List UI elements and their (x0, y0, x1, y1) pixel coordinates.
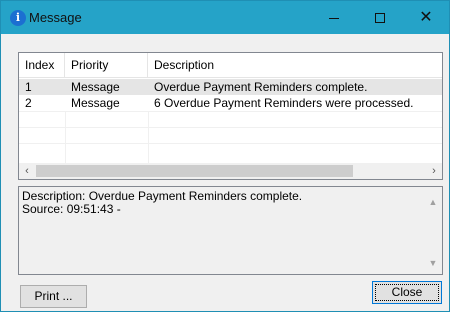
column-header-index[interactable]: Index (19, 53, 65, 78)
minimize-button[interactable] (311, 1, 357, 34)
print-button[interactable]: Print ... (20, 285, 87, 308)
row-description: 6 Overdue Payment Reminders were process… (154, 96, 414, 110)
message-dialog: i Message ✕ Index Priority Description 1… (0, 0, 450, 312)
scroll-up-icon[interactable]: ▲ (426, 195, 440, 209)
title-bar[interactable]: i Message ✕ (1, 1, 449, 34)
window-title: Message (29, 10, 82, 25)
row-index: 1 (25, 80, 32, 94)
details-source: Source: 09:51:43 - (22, 202, 121, 216)
grid-divider (19, 143, 442, 144)
row-description: Overdue Payment Reminders complete. (154, 80, 368, 94)
row-index: 2 (25, 96, 32, 110)
close-button[interactable]: Close (372, 281, 442, 304)
close-icon: ✕ (419, 9, 433, 26)
details-text: Description: Overdue Payment Reminders c… (22, 190, 417, 216)
grid-divider (19, 127, 442, 128)
scroll-down-icon[interactable]: ▼ (426, 256, 440, 270)
grid-divider (65, 111, 66, 163)
minimize-icon (329, 17, 339, 19)
horizontal-scrollbar[interactable]: ‹ › (19, 163, 442, 179)
info-icon: i (10, 10, 26, 26)
maximize-button[interactable] (357, 1, 403, 34)
scroll-right-icon[interactable]: › (426, 163, 442, 179)
table-row[interactable]: 2 Message 6 Overdue Payment Reminders we… (19, 95, 442, 111)
list-header: Index Priority Description (19, 53, 442, 78)
focus-rectangle (375, 284, 439, 301)
grid-divider (19, 111, 442, 112)
message-list[interactable]: Index Priority Description 1 Message Ove… (18, 52, 443, 180)
scroll-left-icon[interactable]: ‹ (19, 163, 35, 179)
scroll-thumb[interactable] (36, 165, 353, 177)
row-priority: Message (71, 80, 120, 94)
row-priority: Message (71, 96, 120, 110)
column-header-description[interactable]: Description (148, 53, 442, 78)
grid-divider (148, 111, 149, 163)
table-row[interactable]: 1 Message Overdue Payment Reminders comp… (19, 79, 442, 95)
details-box[interactable]: Description: Overdue Payment Reminders c… (18, 186, 443, 275)
column-header-priority[interactable]: Priority (65, 53, 148, 78)
maximize-icon (375, 13, 385, 24)
close-window-button[interactable]: ✕ (403, 1, 449, 34)
